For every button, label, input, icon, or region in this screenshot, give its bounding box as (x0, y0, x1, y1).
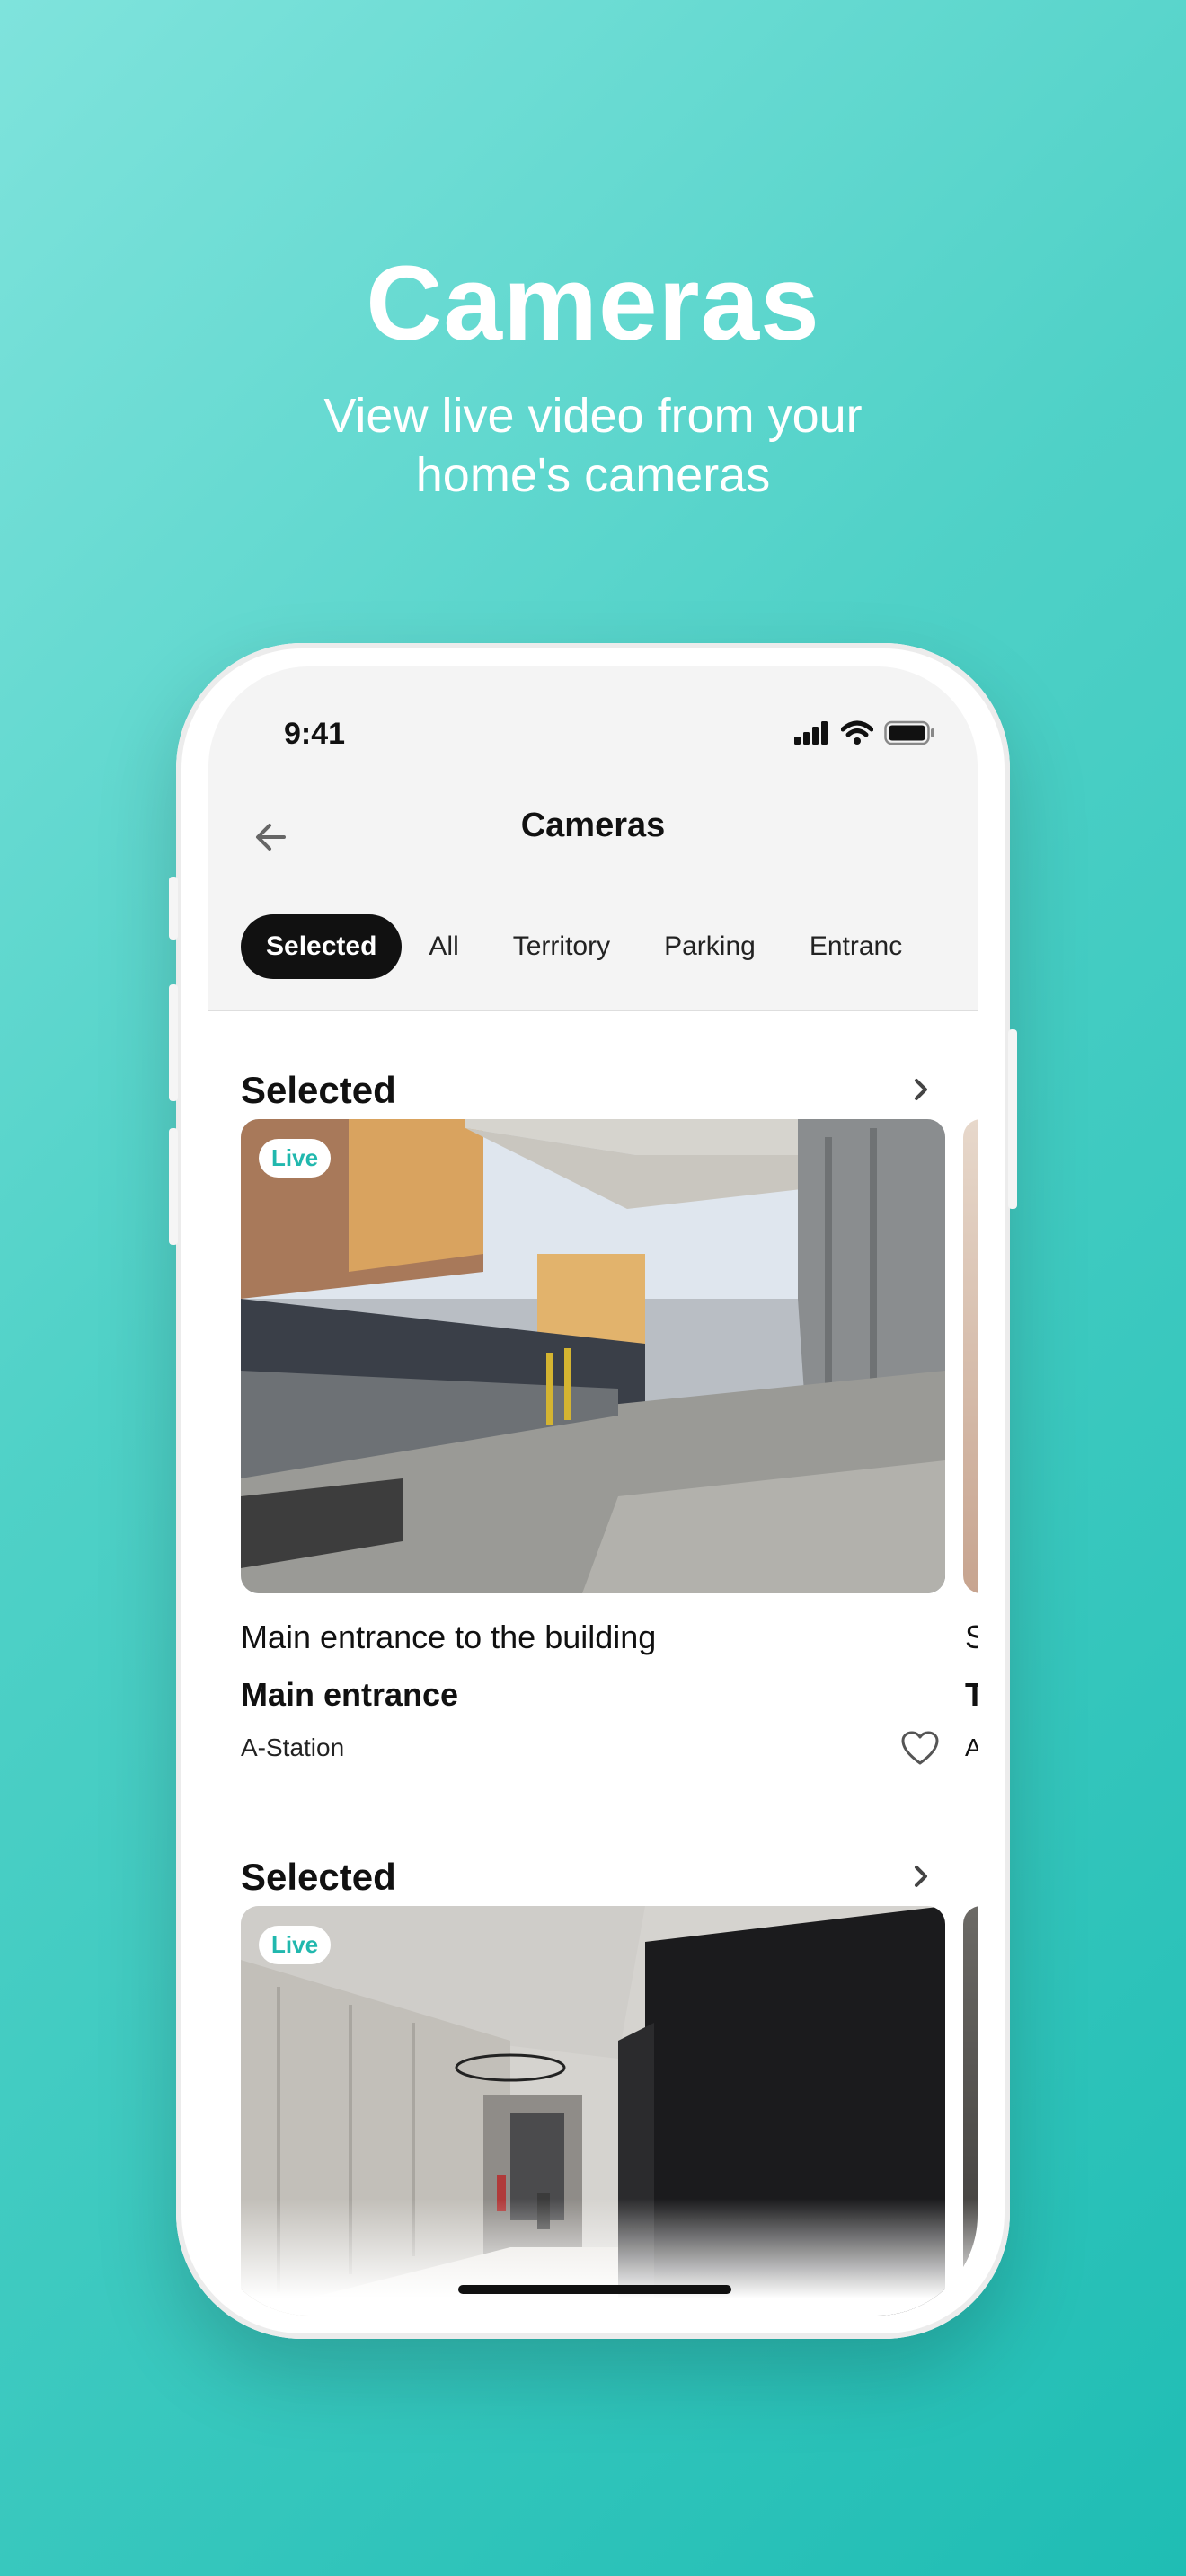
battery-icon (884, 720, 934, 745)
camera-description: Main entrance to the building (241, 1619, 657, 1655)
bottom-fade-overlay (208, 2199, 978, 2316)
phone-frame: 9:41 Cameras Selected All Territory Park… (169, 643, 1017, 2339)
chevron-right-icon-2[interactable] (907, 1863, 934, 1890)
phone-side-button (169, 877, 178, 940)
camera-preview[interactable]: Live (241, 1119, 945, 1593)
tab-selected[interactable]: Selected (241, 914, 403, 979)
wifi-icon (841, 720, 873, 745)
next-camera-description: S (965, 1619, 978, 1655)
section-title: Selected (241, 1069, 396, 1111)
status-icons (794, 720, 936, 745)
heart-icon[interactable] (900, 1730, 940, 1766)
status-time: 9:41 (284, 717, 346, 751)
phone-screen: 9:41 Cameras Selected All Territory Park… (208, 666, 978, 2316)
promo-subtitle-line1: View live video from your (323, 389, 863, 443)
tab-territory[interactable]: Territory (486, 914, 637, 979)
page-title: Cameras (520, 807, 666, 844)
phone-volume-up (169, 984, 178, 1101)
promo-subtitle: View live video from your home's cameras (0, 386, 1186, 505)
tabs-fade-overlay (897, 909, 978, 986)
tab-parking[interactable]: Parking (637, 914, 783, 979)
next-camera-preview[interactable] (963, 1119, 978, 1593)
next-camera-location: A (965, 1734, 978, 1761)
camera-list: Selected Live Main entrance to the build… (208, 1011, 978, 2316)
promo-subtitle-line2: home's cameras (415, 448, 771, 502)
home-indicator[interactable] (458, 2285, 731, 2294)
tab-all[interactable]: All (402, 914, 485, 979)
live-badge: Live (259, 1139, 332, 1178)
phone-power-button (1008, 1029, 1017, 1209)
camera-name: Main entrance (241, 1676, 459, 1713)
filter-tabs: Selected All Territory Parking Entranc (241, 914, 929, 979)
phone-volume-down (169, 1128, 178, 1245)
camera-video-frame (241, 1119, 945, 1593)
signal-icon (794, 721, 828, 745)
next-camera-name: T (965, 1676, 978, 1713)
section-title-2: Selected (241, 1856, 396, 1898)
camera-location: A-Station (241, 1734, 345, 1761)
promo-title: Cameras (366, 244, 820, 363)
live-badge-2: Live (259, 1926, 332, 1964)
chevron-right-icon[interactable] (907, 1076, 934, 1103)
